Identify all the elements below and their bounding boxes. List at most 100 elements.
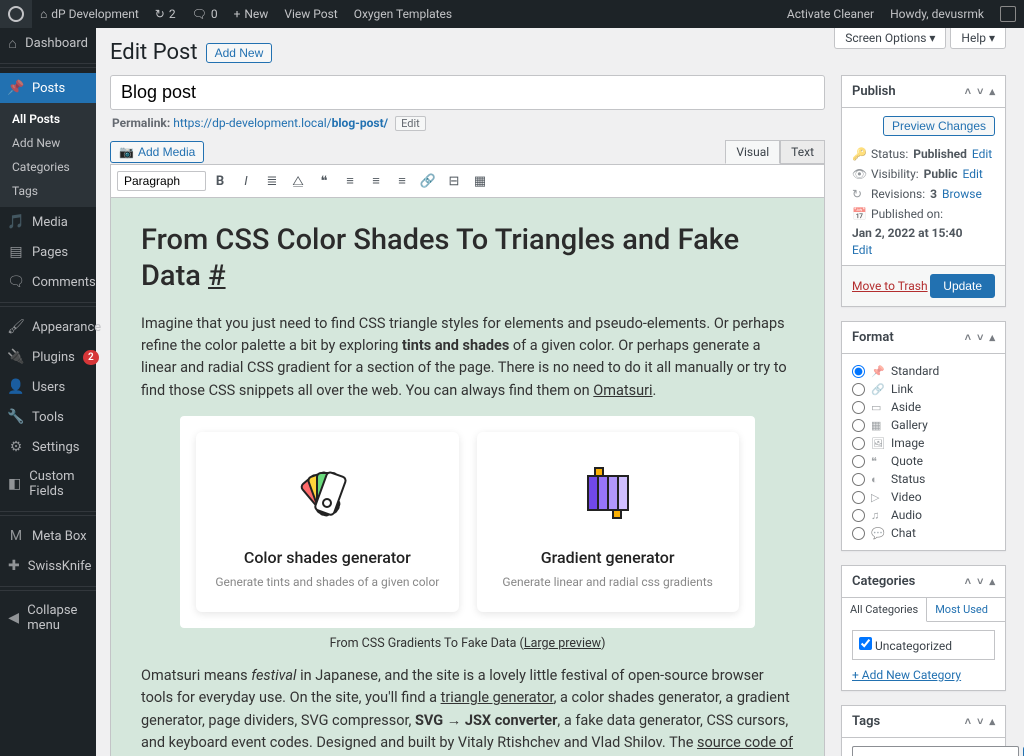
user-avatar[interactable] [992, 0, 1024, 28]
oxygen-templates-link[interactable]: Oxygen Templates [346, 0, 460, 28]
page-title: Edit Post [110, 40, 198, 65]
move-to-trash-link[interactable]: Move to Trash [852, 279, 928, 293]
sidebar-metabox[interactable]: MMeta Box [0, 521, 96, 551]
format-icon: ♫ [871, 509, 885, 522]
post-editor[interactable]: From CSS Color Shades To Triangles and F… [110, 198, 825, 756]
revisions-icon: ↻ [852, 187, 866, 201]
chevron-up-icon[interactable]: ˄ [965, 85, 971, 98]
sidebar-tags[interactable]: Tags [0, 179, 96, 203]
bold-button[interactable]: B [208, 169, 232, 193]
format-option-video[interactable]: ▷Video [852, 488, 995, 506]
status-edit-link[interactable]: Edit [972, 147, 992, 161]
format-icon: ▭ [871, 401, 885, 414]
sidebar-settings[interactable]: ⚙Settings [0, 432, 96, 462]
format-icon: 📌 [871, 365, 885, 378]
format-icon: 🔗 [871, 383, 885, 396]
add-new-button[interactable]: Add New [206, 43, 273, 63]
italic-button[interactable]: I [234, 169, 258, 193]
wordpress-icon [8, 6, 24, 22]
view-post-link[interactable]: View Post [276, 0, 345, 28]
editor-tab-text[interactable]: Text [780, 140, 825, 164]
post-title-input[interactable] [110, 75, 825, 110]
cf-icon: ◧ [8, 476, 21, 492]
camera-icon: 📷 [119, 145, 134, 159]
sidebar-tools[interactable]: 🔧Tools [0, 402, 96, 432]
format-option-standard[interactable]: 📌Standard [852, 362, 995, 380]
format-icon: ◐ [871, 473, 885, 486]
sidebar-pages[interactable]: ▤Pages [0, 237, 96, 267]
admin-sidebar: ⌂Dashboard 📌Posts All Posts Add New Cate… [0, 28, 96, 756]
add-media-button[interactable]: 📷Add Media [110, 141, 204, 163]
collapse-icon: ◀ [8, 610, 19, 626]
wrench-icon: 🔧 [8, 409, 24, 425]
visibility-edit-link[interactable]: Edit [962, 167, 982, 181]
help-tab[interactable]: Help ▾ [950, 28, 1006, 49]
format-option-image[interactable]: 🖼Image [852, 434, 995, 452]
sidebar-users[interactable]: 👤Users [0, 372, 96, 402]
activate-cleaner-link[interactable]: Activate Cleaner [779, 0, 882, 28]
sidebar-appearance[interactable]: 🖌Appearance [0, 312, 96, 342]
comments-link[interactable]: 🗨0 [184, 0, 226, 28]
sidebar-plugins[interactable]: 🔌Plugins2 [0, 342, 96, 372]
number-list-button[interactable]: ⧋ [286, 169, 310, 193]
format-icon: ▷ [871, 491, 885, 504]
browse-revisions-link[interactable]: Browse [942, 187, 982, 201]
toolbar-toggle-button[interactable]: ▦ [468, 169, 492, 193]
site-name-link[interactable]: ⌂dP Development [32, 0, 147, 28]
align-right-button[interactable]: ≡ [390, 169, 414, 193]
permalink-link[interactable]: https://dp-development.local/blog-post/ [173, 116, 388, 130]
plug-icon: 🔌 [8, 349, 24, 365]
updates-link[interactable]: ↻2 [147, 0, 184, 28]
format-option-status[interactable]: ◐Status [852, 470, 995, 488]
bullet-list-button[interactable]: ≣ [260, 169, 284, 193]
format-select[interactable]: Paragraph [117, 171, 206, 191]
sidebar-custom-fields[interactable]: ◧Custom Fields [0, 462, 96, 506]
wp-logo-menu[interactable] [0, 0, 32, 28]
format-box: Format˄˅▴ 📌Standard🔗Link▭Aside▦Gallery🖼I… [841, 321, 1006, 551]
format-option-gallery[interactable]: ▦Gallery [852, 416, 995, 434]
sidebar-comments[interactable]: 🗨Comments [0, 267, 96, 297]
add-category-link[interactable]: + Add New Category [852, 668, 961, 682]
card-color-shades: Color shades generator Generate tints an… [196, 432, 458, 612]
link-button[interactable]: 🔗 [416, 169, 440, 193]
caret-up-icon[interactable]: ▴ [989, 85, 995, 98]
brush-icon: 🖌 [8, 319, 24, 335]
format-icon: 🖼 [871, 437, 885, 450]
align-center-button[interactable]: ≡ [364, 169, 388, 193]
key-icon: 🔑 [852, 147, 866, 161]
cat-tab-most[interactable]: Most Used [927, 598, 996, 621]
category-item[interactable]: Uncategorized [859, 639, 952, 653]
sidebar-collapse[interactable]: ◀Collapse menu [0, 596, 96, 640]
sidebar-categories[interactable]: Categories [0, 155, 96, 179]
admin-topbar: ⌂dP Development ↻2 🗨0 +New View Post Oxy… [0, 0, 1024, 28]
howdy-link[interactable]: Howdy, devusrmk [882, 0, 992, 28]
tag-input[interactable] [852, 746, 1019, 756]
format-option-audio[interactable]: ♫Audio [852, 506, 995, 524]
dashboard-icon: ⌂ [8, 35, 17, 51]
quote-button[interactable]: ❝ [312, 169, 336, 193]
chevron-down-icon[interactable]: ˅ [977, 85, 983, 98]
comment-icon: 🗨 [192, 7, 207, 21]
more-button[interactable]: ⊟ [442, 169, 466, 193]
sidebar-all-posts[interactable]: All Posts [0, 107, 96, 131]
sidebar-dashboard[interactable]: ⌂Dashboard [0, 28, 96, 58]
format-option-quote[interactable]: ❝Quote [852, 452, 995, 470]
editor-tab-visual[interactable]: Visual [725, 140, 780, 164]
format-option-aside[interactable]: ▭Aside [852, 398, 995, 416]
preview-changes-button[interactable]: Preview Changes [883, 116, 995, 136]
format-option-chat[interactable]: 💬Chat [852, 524, 995, 542]
update-button[interactable]: Update [930, 274, 995, 298]
sidebar-swissknife[interactable]: ✚SwissKnife [0, 551, 96, 581]
screen-options-tab[interactable]: Screen Options ▾ [834, 28, 946, 49]
format-option-link[interactable]: 🔗Link [852, 380, 995, 398]
date-edit-link[interactable]: Edit [852, 243, 872, 257]
cat-tab-all[interactable]: All Categories [842, 598, 927, 622]
format-icon: ❝ [871, 455, 885, 468]
permalink-edit-button[interactable]: Edit [395, 116, 426, 131]
new-content-link[interactable]: +New [226, 0, 277, 28]
sidebar-media[interactable]: 🎵Media [0, 207, 96, 237]
sidebar-add-new-post[interactable]: Add New [0, 131, 96, 155]
sidebar-posts[interactable]: 📌Posts [0, 73, 96, 103]
content-caption: From CSS Gradients To Fake Data (Large p… [141, 636, 794, 651]
align-left-button[interactable]: ≡ [338, 169, 362, 193]
